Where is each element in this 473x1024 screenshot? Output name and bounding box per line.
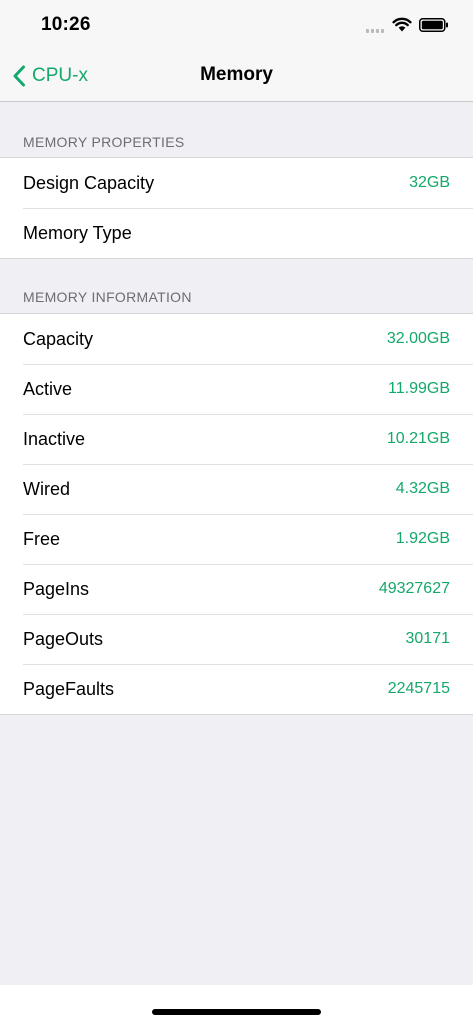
home-indicator[interactable]: [152, 1009, 321, 1015]
list-item: PageFaults 2245715: [0, 664, 473, 714]
row-label: Active: [23, 378, 73, 399]
row-label: PageOuts: [23, 628, 104, 649]
row-label: Free: [23, 528, 61, 549]
section-header-memory-properties: MEMORY PROPERTIES: [23, 134, 185, 150]
wifi-icon: [392, 17, 412, 32]
list-item: Free 1.92GB: [0, 514, 473, 564]
page-title: Memory: [200, 64, 273, 85]
status-bar: 10:26: [0, 0, 473, 50]
row-value: 4.32GB: [395, 480, 450, 497]
row-value: 30171: [405, 630, 451, 647]
row-value: 49327627: [378, 580, 450, 597]
list-item: Capacity 32.00GB: [0, 314, 473, 364]
row-label: Wired: [23, 478, 71, 499]
row-value: 32GB: [409, 174, 450, 191]
list-item: Inactive 10.21GB: [0, 414, 473, 464]
row-label: Inactive: [23, 428, 86, 449]
row-label: PageIns: [23, 578, 90, 599]
row-label: PageFaults: [23, 678, 115, 699]
battery-icon: [419, 18, 448, 32]
section-header-memory-information: MEMORY INFORMATION: [23, 289, 192, 305]
row-value: 10.21GB: [386, 430, 450, 447]
row-label: Design Capacity: [23, 172, 155, 193]
row-value: 2245715: [387, 680, 450, 697]
navigation-bar: CPU-x Memory: [0, 50, 473, 102]
memory-information-group: Capacity 32.00GB Active 11.99GB Inactive…: [0, 313, 473, 715]
list-item: Wired 4.32GB: [0, 464, 473, 514]
list-item: Active 11.99GB: [0, 364, 473, 414]
row-label: Capacity: [23, 328, 94, 349]
row-value: 1.92GB: [395, 530, 450, 547]
list-item: Memory Type: [0, 208, 473, 258]
status-time: 10:26: [41, 14, 91, 35]
row-label: Memory Type: [23, 222, 132, 243]
list-item: PageOuts 30171: [0, 614, 473, 664]
row-value: 32.00GB: [386, 330, 450, 347]
row-value: 11.99GB: [388, 380, 450, 397]
signal-icon: [366, 27, 386, 33]
list-item: Design Capacity 32GB: [0, 158, 473, 208]
list-item: PageIns 49327627: [0, 564, 473, 614]
memory-properties-group: Design Capacity 32GB Memory Type: [0, 157, 473, 259]
home-indicator-area: [0, 985, 473, 1024]
